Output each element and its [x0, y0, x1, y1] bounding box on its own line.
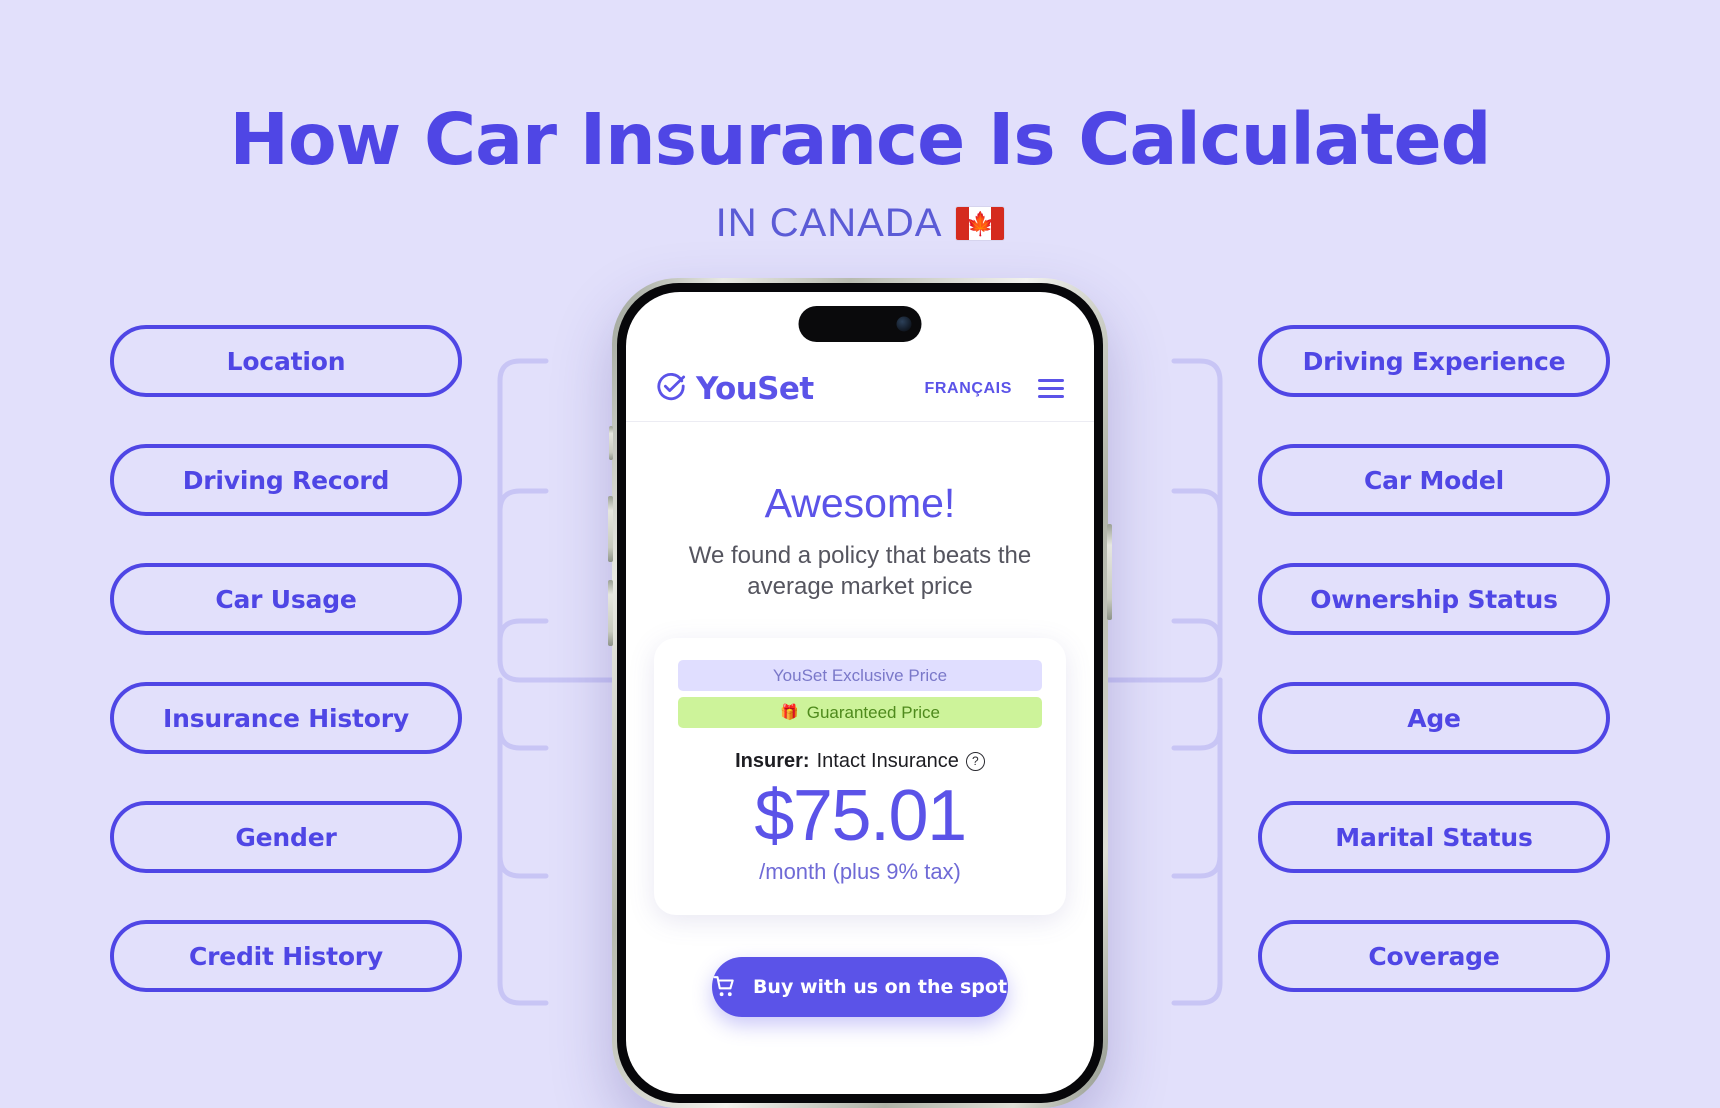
- factor-pill-insurance-history[interactable]: Insurance History: [110, 682, 462, 754]
- dynamic-island: [798, 306, 922, 342]
- page-title: How Car Insurance Is Calculated: [229, 98, 1491, 181]
- front-camera-icon: [896, 316, 912, 332]
- result-subheadline: We found a policy that beats the average…: [688, 542, 1032, 600]
- connector-left-insurance-history: [497, 677, 549, 751]
- gift-icon: 🎁: [780, 704, 799, 722]
- volume-down-button[interactable]: [608, 580, 613, 646]
- hamburger-menu-icon[interactable]: [1038, 379, 1064, 398]
- app-content: Awesome! We found a policy that beats th…: [626, 480, 1094, 1018]
- check-circle-icon: [656, 371, 686, 406]
- help-icon[interactable]: ?: [965, 752, 985, 772]
- factor-pill-car-usage[interactable]: Car Usage: [110, 563, 462, 635]
- price-card: YouSet Exclusive Price 🎁 Guaranteed Pric…: [654, 638, 1066, 916]
- canada-flag-icon: 🍁: [956, 207, 1005, 240]
- connector-left-credit-history: [497, 677, 549, 1006]
- phone-screen: YouSet FRANÇAIS Awesome! We found a poli…: [626, 292, 1094, 1094]
- monthly-price: $75.01: [754, 776, 967, 857]
- factor-pill-coverage[interactable]: Coverage: [1258, 920, 1610, 992]
- connector-right-marital-status: [1171, 677, 1223, 879]
- connector-right-ownership-status: [1171, 618, 1223, 663]
- insurer-name: Intact Insurance: [816, 750, 959, 773]
- phone-bezel: YouSet FRANÇAIS Awesome! We found a poli…: [617, 283, 1103, 1103]
- insurer-row: Insurer: Intact Insurance ?: [678, 750, 1042, 773]
- silent-switch[interactable]: [609, 426, 613, 460]
- brand-logo[interactable]: YouSet: [656, 371, 814, 407]
- page-subtitle-row: IN CANADA 🍁: [0, 201, 1720, 246]
- hamburger-bar-2: [1038, 387, 1064, 390]
- connector-left-car-usage: [497, 618, 549, 663]
- connector-left-gender: [497, 677, 549, 879]
- factor-pill-location[interactable]: Location: [110, 325, 462, 397]
- app-navbar: YouSet FRANÇAIS: [626, 356, 1094, 422]
- factor-pill-marital-status[interactable]: Marital Status: [1258, 801, 1610, 873]
- factors-left-column: Location Driving Record Car Usage Insura…: [110, 325, 462, 992]
- factor-pill-driving-experience[interactable]: Driving Experience: [1258, 325, 1610, 397]
- brand-name: YouSet: [696, 370, 814, 407]
- connector-left-location: [497, 358, 623, 683]
- factor-pill-credit-history[interactable]: Credit History: [110, 920, 462, 992]
- factor-pill-gender[interactable]: Gender: [110, 801, 462, 873]
- connector-right-driving-experience: [1097, 358, 1223, 683]
- maple-leaf-glyph: 🍁: [966, 210, 995, 236]
- guaranteed-price-ribbon: 🎁 Guaranteed Price: [678, 697, 1042, 729]
- buy-on-the-spot-button[interactable]: Buy with us on the spot: [712, 957, 1008, 1018]
- page-header: How Car Insurance Is Calculated IN CANAD…: [0, 0, 1720, 246]
- guaranteed-price-label: Guaranteed Price: [806, 702, 940, 722]
- connector-right-coverage: [1171, 677, 1223, 1006]
- insurer-label: Insurer:: [735, 750, 810, 773]
- connector-left-driving-record: [497, 488, 549, 663]
- hamburger-bar-3: [1038, 395, 1064, 398]
- connector-right-age: [1171, 677, 1223, 751]
- factor-pill-driving-record[interactable]: Driving Record: [110, 444, 462, 516]
- price-note: /month (plus 9% tax): [759, 859, 961, 885]
- connector-right-car-model: [1171, 488, 1223, 663]
- factor-pill-age[interactable]: Age: [1258, 682, 1610, 754]
- shopping-cart-icon: [713, 975, 737, 999]
- exclusive-price-ribbon: YouSet Exclusive Price: [678, 660, 1042, 692]
- factor-pill-ownership-status[interactable]: Ownership Status: [1258, 563, 1610, 635]
- page-subtitle: IN CANADA: [715, 201, 943, 245]
- result-headline: Awesome!: [764, 480, 956, 526]
- buy-button-label: Buy with us on the spot: [752, 976, 1008, 999]
- language-toggle-link[interactable]: FRANÇAIS: [925, 380, 1012, 398]
- factors-right-column: Driving Experience Car Model Ownership S…: [1258, 325, 1610, 992]
- hamburger-bar-1: [1038, 379, 1064, 382]
- volume-up-button[interactable]: [608, 496, 613, 562]
- phone-mockup: YouSet FRANÇAIS Awesome! We found a poli…: [608, 278, 1112, 1108]
- power-button[interactable]: [1107, 524, 1112, 620]
- factor-pill-car-model[interactable]: Car Model: [1258, 444, 1610, 516]
- navbar-right: FRANÇAIS: [925, 379, 1064, 398]
